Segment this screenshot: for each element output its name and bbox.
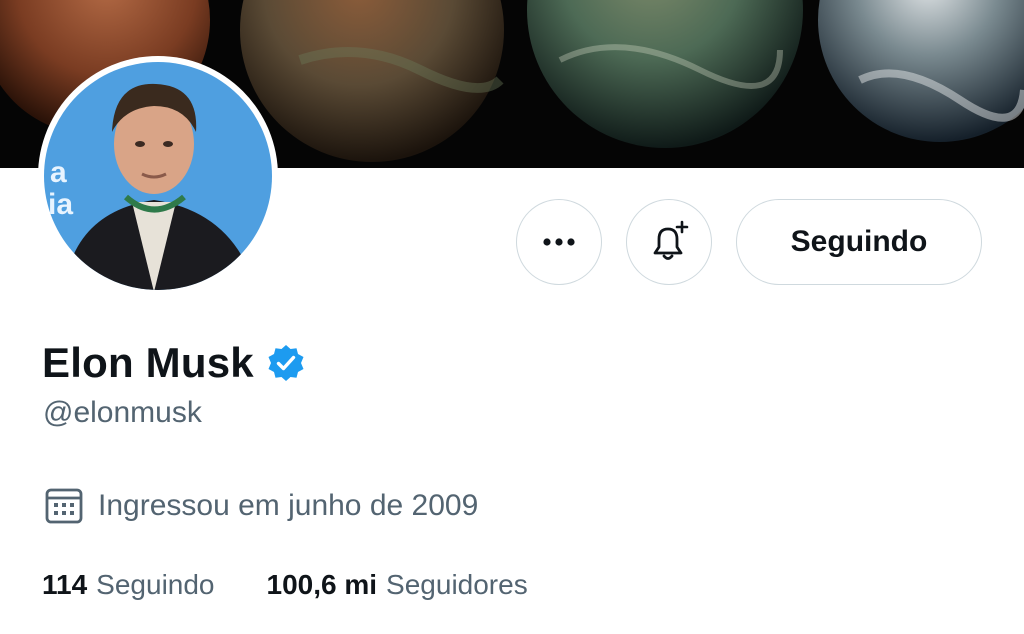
following-count-link[interactable]: 114 Seguindo <box>42 569 215 601</box>
verified-badge-icon <box>266 343 306 383</box>
joined-date-row: Ingressou em junho de 2009 <box>44 484 478 528</box>
following-count: 114 <box>42 569 88 600</box>
more-horizontal-icon <box>543 238 575 246</box>
bell-plus-icon <box>653 220 689 260</box>
following-button[interactable]: Seguindo <box>736 199 982 285</box>
followers-label: Seguidores <box>386 569 528 600</box>
following-label: Seguindo <box>96 569 215 600</box>
more-button[interactable] <box>516 199 602 285</box>
followers-count-link[interactable]: 100,6 mi Seguidores <box>267 569 528 601</box>
avatar[interactable]: a ia <box>44 62 272 290</box>
avatar-photo: a ia <box>44 62 272 290</box>
profile-name-row: Elon Musk <box>42 334 306 392</box>
profile-handle: @elonmusk <box>43 396 202 429</box>
followers-count: 100,6 mi <box>266 569 378 600</box>
joined-date-text: Ingressou em junho de 2009 <box>98 489 479 522</box>
svg-text:a: a <box>50 156 67 189</box>
svg-text:ia: ia <box>48 188 73 221</box>
notifications-button[interactable] <box>626 199 712 285</box>
profile-name: Elon Musk <box>42 339 254 386</box>
profile-stats: 114 Seguindo 100,6 mi Seguidores <box>42 564 528 606</box>
calendar-icon <box>44 486 84 526</box>
